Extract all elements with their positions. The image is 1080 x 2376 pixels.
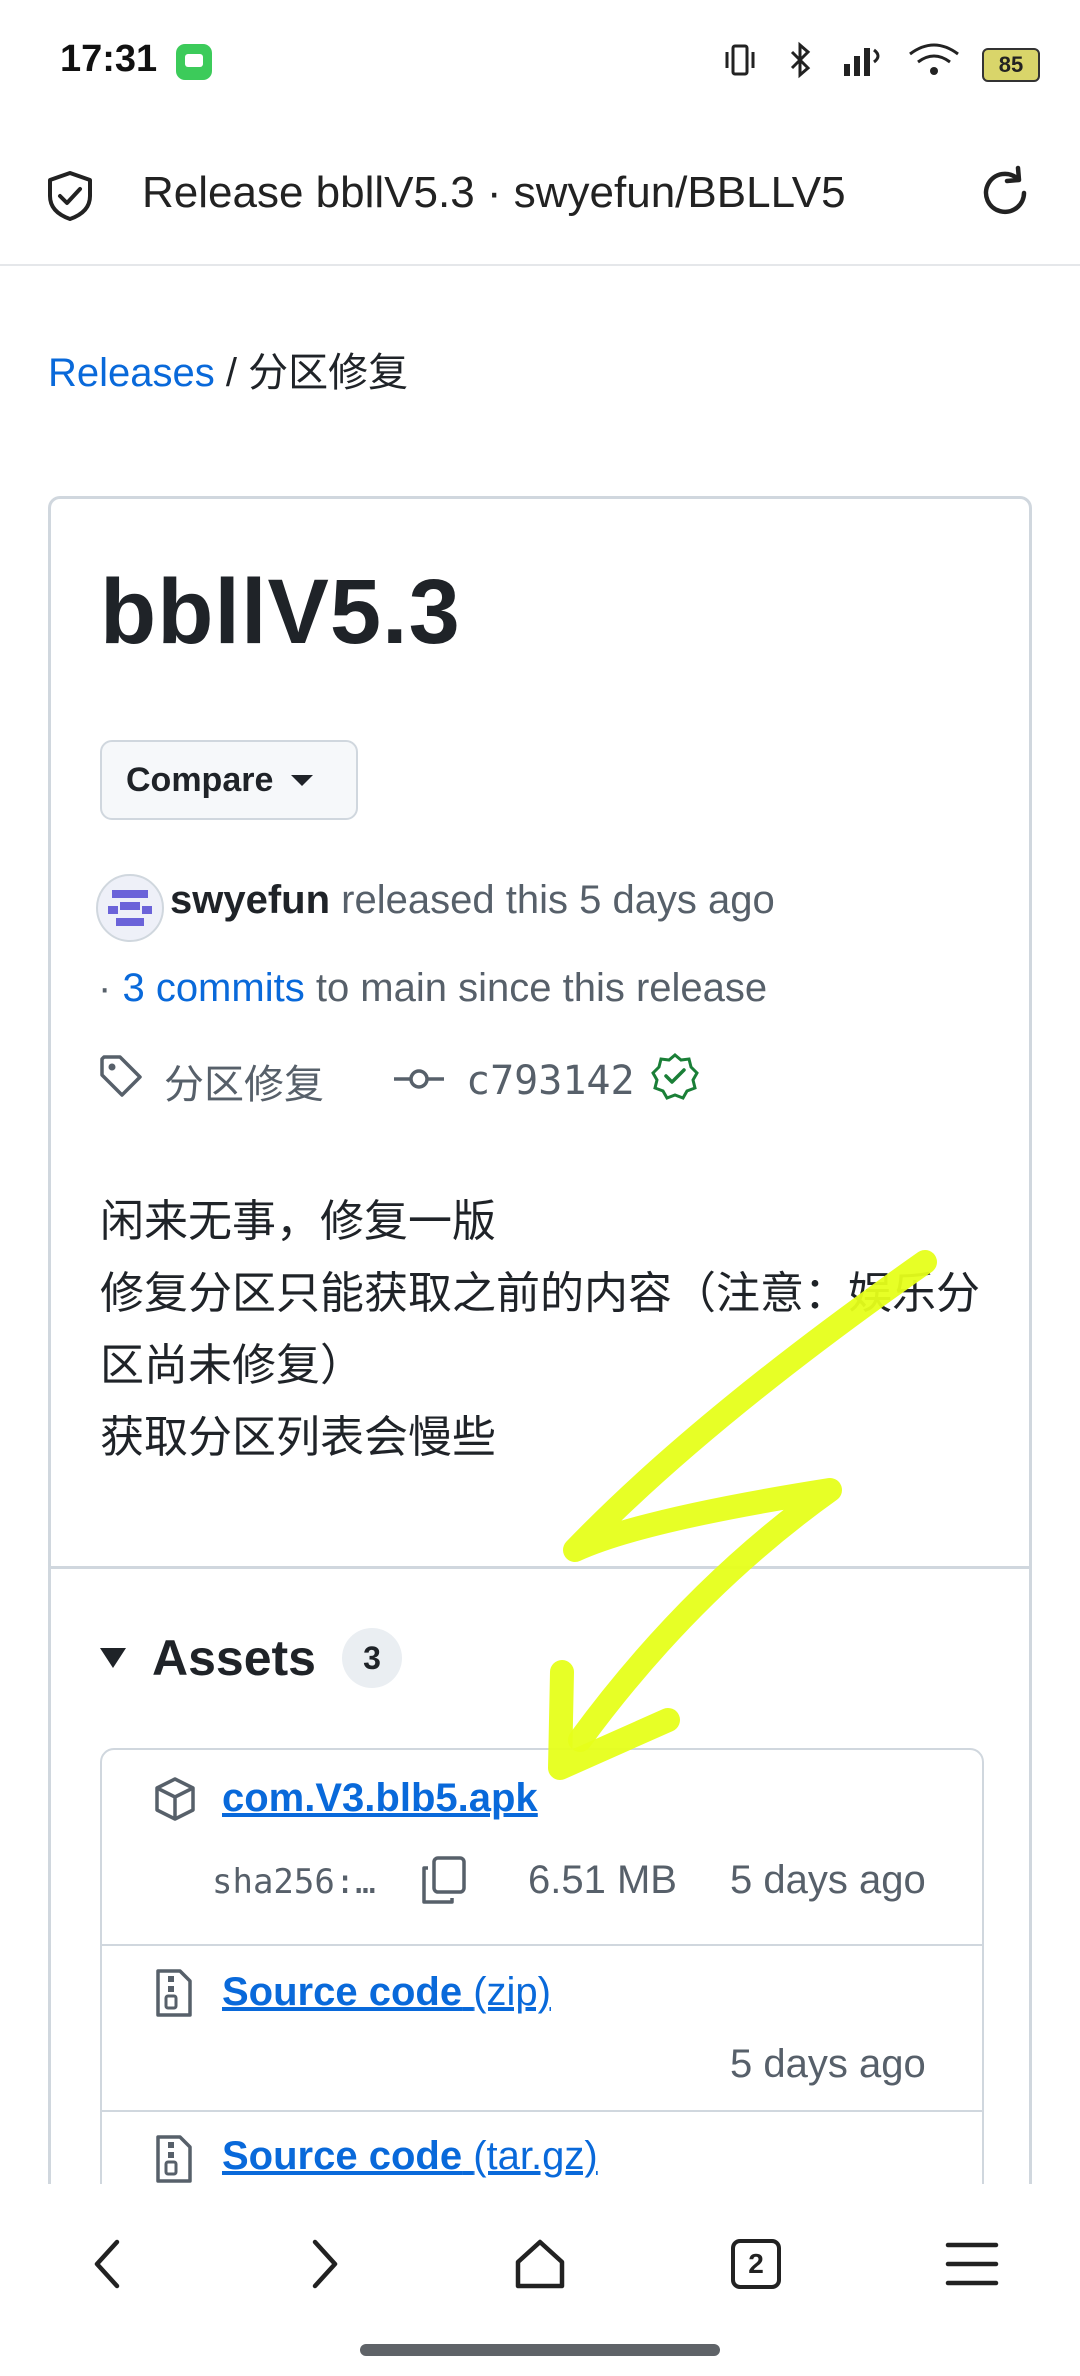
commits-line: · 3 commits to main since this release [98,966,767,1011]
status-time: 17:31 [60,38,158,80]
avatar[interactable] [96,874,164,942]
file-zip-icon [152,1968,194,2023]
card-divider [50,1566,1030,1569]
copy-icon[interactable] [418,1854,470,1911]
reload-icon[interactable] [974,162,1036,224]
breadcrumb-releases-link[interactable]: Releases [48,351,215,395]
commit-hash-link[interactable]: c793142 [466,1058,635,1104]
shield-check-icon[interactable] [42,168,98,224]
forward-icon[interactable] [284,2224,364,2304]
compare-button[interactable]: Compare [100,740,358,820]
release-notes: 闲来无事，修复一版 修复分区只能获取之前的内容（注意：娱乐分区尚未修复） 获取分… [100,1186,980,1474]
app-notification-icon [176,44,212,80]
breadcrumb-separator: / [225,351,238,395]
asset-size: 6.51 MB [528,1858,677,1902]
commit-icon [394,1059,444,1104]
source-zip-link[interactable]: Source code (zip) [222,1970,551,2015]
package-icon [152,1776,198,1827]
release-note-line: 闲来无事，修复一版 [100,1197,496,1246]
asset-row: Source code (zip) 5 days ago [102,1946,982,2112]
release-author-line: swyefun released this 5 days ago [170,878,775,923]
tag-name-link[interactable]: 分区修复 [164,1052,324,1110]
release-note-line: 修复分区只能获取之前的内容（注意：娱乐分区尚未修复） [100,1269,980,1390]
asset-date: 5 days ago [730,2042,926,2086]
release-title: bbllV5.3 [100,561,461,663]
back-icon[interactable] [68,2224,148,2304]
triangle-down-icon [100,1648,126,1668]
assets-title: Assets [152,1630,316,1686]
asset-row: com.V3.blb5.apk sha256:… 6.51 MB 5 days … [102,1750,982,1946]
vibrate-icon [720,40,760,89]
signal-icon [840,40,886,89]
breadcrumb: Releases / 分区修复 [48,340,408,398]
asset-date: 5 days ago [730,1858,926,1902]
released-text: released this 5 days ago [341,878,775,922]
chevron-down-icon [291,774,314,786]
commits-link[interactable]: 3 commits [122,966,304,1010]
assets-list: com.V3.blb5.apk sha256:… 6.51 MB 5 days … [100,1748,984,2218]
status-icons: 85 [720,40,1040,89]
assets-toggle[interactable]: Assets 3 [100,1628,402,1688]
tabs-icon[interactable]: 2 [716,2224,796,2304]
assets-count-badge: 3 [342,1628,402,1688]
home-icon[interactable] [500,2224,580,2304]
home-indicator[interactable] [360,2344,720,2356]
menu-icon[interactable] [932,2224,1012,2304]
asset-apk-link[interactable]: com.V3.blb5.apk [222,1776,538,1821]
tab-count: 2 [731,2239,781,2289]
commits-suffix: to main since this release [315,966,768,1010]
source-targz-link[interactable]: Source code (tar.gz) [222,2134,598,2179]
author-link[interactable]: swyefun [170,878,330,922]
wifi-icon [906,40,962,89]
breadcrumb-current: 分区修复 [248,351,409,395]
compare-label: Compare [126,760,274,799]
tag-icon [98,1053,144,1109]
bluetooth-icon [780,40,820,89]
file-zip-icon [152,2134,194,2189]
commits-dot: · [98,966,112,1010]
page-title[interactable]: Release bbllV5.3 · swyefun/BBLLV5 [142,168,846,218]
battery-icon: 85 [982,47,1040,82]
asset-sha: sha256:… [212,1862,376,1902]
release-note-line: 获取分区列表会慢些 [100,1413,496,1462]
verified-check-icon[interactable] [650,1052,699,1110]
tag-row: 分区修复 c793142 [98,1052,699,1110]
